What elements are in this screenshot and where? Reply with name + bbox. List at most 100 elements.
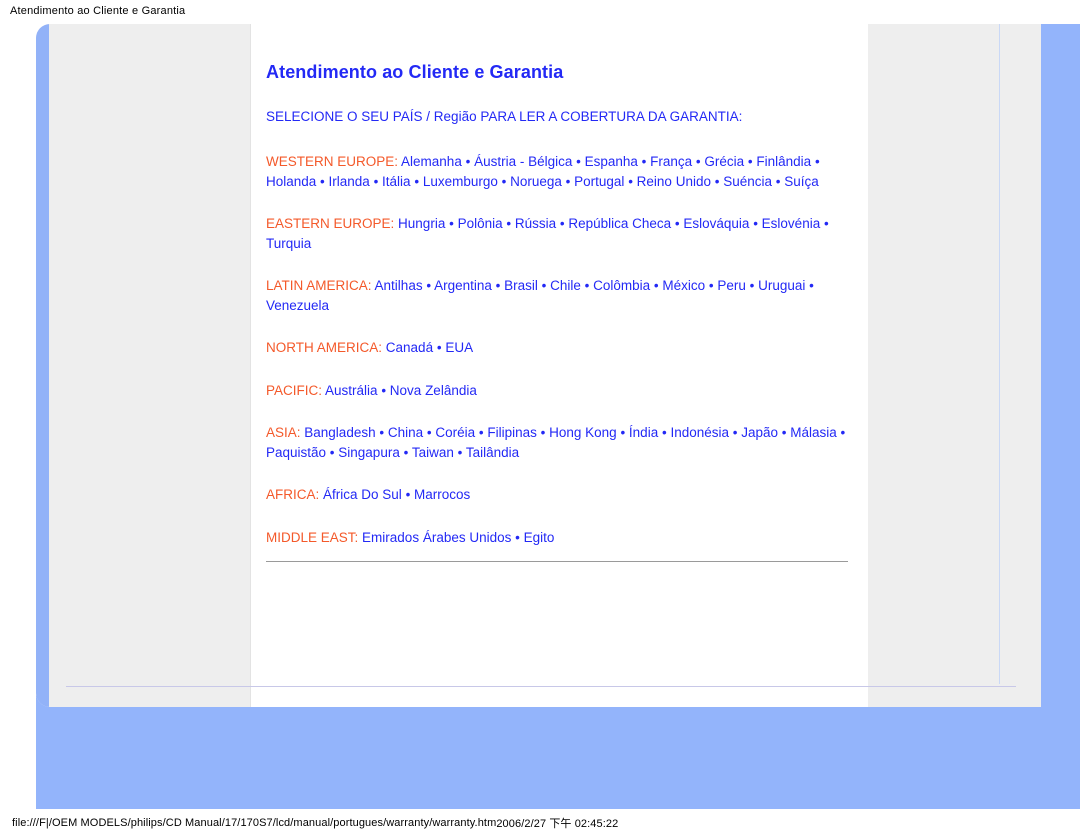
country-link[interactable]: Eslovénia <box>762 216 821 231</box>
country-link[interactable]: Uruguai <box>758 278 805 293</box>
country-link[interactable]: Noruega <box>510 174 562 189</box>
country-separator: • <box>745 278 759 293</box>
country-link[interactable]: Suéncia <box>723 174 772 189</box>
country-link[interactable]: Eslováquia <box>683 216 749 231</box>
country-link[interactable]: Emirados Árabes Unidos <box>362 530 511 545</box>
country-link[interactable]: Brasil <box>504 278 538 293</box>
status-bar: file:///F|/OEM MODELS/philips/CD Manual/… <box>0 812 1080 834</box>
country-link[interactable]: Hong Kong <box>549 425 617 440</box>
country-separator: • <box>401 487 415 502</box>
status-bar-timestamp: 2006/2/27 下午 02:45:22 <box>496 818 619 830</box>
select-country-instruction: SELECIONE O SEU PAÍS / Região PARA LER A… <box>266 109 743 124</box>
country-link[interactable]: Índia <box>629 425 658 440</box>
region-label: WESTERN EUROPE: <box>266 154 399 169</box>
country-link[interactable]: Málasia <box>790 425 837 440</box>
content-right-margin <box>868 24 1041 707</box>
content-horizontal-rule <box>266 561 848 562</box>
country-separator: • <box>658 425 671 440</box>
country-link[interactable]: Antilhas <box>375 278 423 293</box>
country-link[interactable]: Áustria - Bélgica <box>474 154 572 169</box>
country-separator: • <box>369 173 383 189</box>
country-link[interactable]: Colômbia <box>593 278 650 293</box>
country-separator: • <box>705 278 718 293</box>
region-label: ASIA: <box>266 425 301 440</box>
country-link[interactable]: Austrália <box>325 383 378 398</box>
country-link[interactable]: Suíça <box>784 174 819 189</box>
country-separator: • <box>445 216 458 231</box>
country-link[interactable]: Venezuela <box>266 298 329 313</box>
country-link[interactable]: Marrocos <box>414 487 470 502</box>
country-link[interactable]: Portugal <box>574 174 624 189</box>
country-link[interactable]: Espanha <box>585 154 638 169</box>
country-link[interactable]: República Checa <box>568 216 671 231</box>
country-link[interactable]: África Do Sul <box>323 487 402 502</box>
country-link[interactable]: Polônia <box>458 216 503 231</box>
country-link[interactable]: Indonésia <box>670 425 729 440</box>
region-block: LATIN AMERICA: Antilhas • Argentina • Br… <box>266 276 850 315</box>
country-separator: • <box>423 425 436 440</box>
country-link[interactable]: Argentina <box>434 278 492 293</box>
country-link[interactable]: Hungria <box>398 216 445 231</box>
country-separator: • <box>671 216 684 231</box>
sidebar <box>49 24 250 707</box>
country-separator: • <box>820 216 829 231</box>
country-link[interactable]: Coréia <box>435 425 475 440</box>
country-link[interactable]: México <box>662 278 705 293</box>
panel-left-accent-bar <box>36 24 49 707</box>
country-separator: • <box>497 173 511 189</box>
country-link[interactable]: Grécia <box>704 154 744 169</box>
country-link[interactable]: Irlanda <box>329 174 370 189</box>
country-separator: • <box>399 444 412 460</box>
region-label: EASTERN EUROPE: <box>266 216 395 231</box>
country-link[interactable]: Peru <box>717 278 746 293</box>
page-title: Atendimento ao Cliente e Garantia <box>266 62 564 82</box>
country-separator: • <box>580 278 594 293</box>
country-link[interactable]: Paquistão <box>266 445 326 460</box>
country-link[interactable]: França <box>650 154 692 169</box>
country-link[interactable]: China <box>388 425 423 440</box>
country-separator: • <box>637 154 651 169</box>
country-link[interactable]: Luxemburgo <box>423 174 498 189</box>
country-link[interactable]: Turquia <box>266 236 311 251</box>
country-link[interactable]: Filipinas <box>487 425 537 440</box>
country-separator: • <box>836 425 846 440</box>
country-link[interactable]: Tailândia <box>466 445 519 460</box>
warranty-article: Atendimento ao Cliente e Garantia SELECI… <box>266 62 850 570</box>
country-separator: • <box>375 425 388 440</box>
region-label: MIDDLE EAST: <box>266 529 359 545</box>
country-separator: • <box>461 154 475 169</box>
country-link[interactable]: Canadá <box>386 340 433 355</box>
country-separator: • <box>572 154 585 169</box>
country-separator: • <box>491 278 505 293</box>
window-title: Atendimento ao Cliente e Garantia <box>10 5 186 17</box>
country-link[interactable]: Finlândia <box>756 154 811 169</box>
country-separator: • <box>710 173 724 189</box>
country-link[interactable]: Itália <box>382 174 411 189</box>
country-separator: • <box>537 278 551 293</box>
country-link[interactable]: Alemanha <box>401 154 462 169</box>
country-link[interactable]: Holanda <box>266 174 316 189</box>
country-link[interactable]: Nova Zelândia <box>390 383 477 398</box>
vertical-guide-line <box>999 24 1000 684</box>
country-link[interactable]: Rússia <box>515 216 556 231</box>
country-link[interactable]: EUA <box>445 340 473 355</box>
country-separator: • <box>536 425 550 440</box>
country-separator: • <box>749 216 762 231</box>
region-label: LATIN AMERICA: <box>266 278 372 293</box>
country-separator: • <box>433 340 446 355</box>
region-block: MIDDLE EAST: Emirados Árabes Unidos • Eg… <box>266 528 850 548</box>
country-link[interactable]: Egito <box>524 530 555 545</box>
country-separator: • <box>561 173 575 189</box>
country-link[interactable]: Taiwan <box>412 445 454 460</box>
country-link[interactable]: Singapura <box>338 445 400 460</box>
country-link[interactable]: Bangladesh <box>304 425 375 440</box>
country-link[interactable]: Japão <box>741 425 778 440</box>
country-separator: • <box>511 529 524 545</box>
country-link[interactable]: Chile <box>550 278 581 293</box>
country-separator: • <box>772 173 785 189</box>
country-link[interactable]: Reino Unido <box>637 174 711 189</box>
region-label: PACIFIC: <box>266 382 323 398</box>
country-separator: • <box>410 173 423 189</box>
region-block: PACIFIC: Austrália • Nova Zelândia <box>266 381 850 401</box>
country-separator: • <box>811 154 820 169</box>
